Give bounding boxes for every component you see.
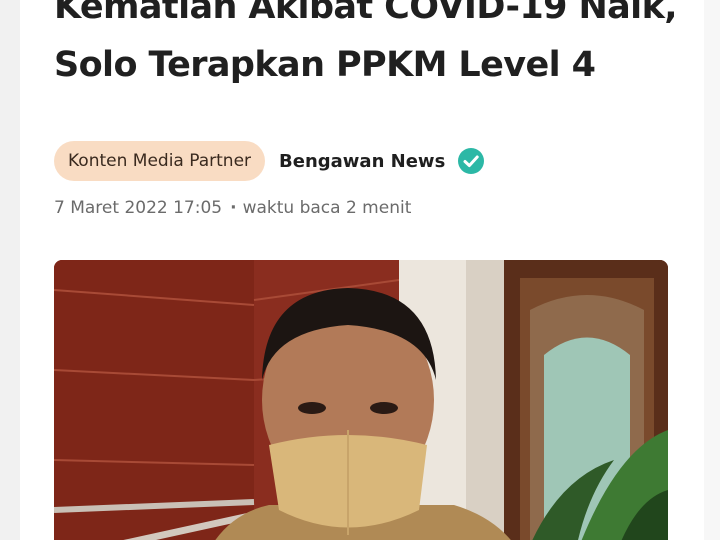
article-photo[interactable] — [54, 260, 668, 540]
meta-separator: · — [230, 198, 237, 218]
article-page: Kematian Akibat COVID-19 Naik, Solo Tera… — [0, 0, 720, 540]
verified-check-icon — [458, 148, 485, 174]
publish-info: 7 Maret 2022 17:05 · waktu baca 2 menit — [54, 198, 411, 218]
read-time: waktu baca 2 menit — [242, 198, 412, 218]
article-photo-illustration — [54, 260, 668, 540]
publish-date: 7 Maret 2022 17:05 — [54, 198, 223, 218]
article-title-line-2: Solo Terapkan PPKM Level 4 — [54, 45, 596, 85]
right-gutter — [704, 0, 720, 540]
left-gutter — [0, 0, 20, 540]
article-title-line-1: Kematian Akibat COVID-19 Naik, — [54, 0, 678, 27]
media-partner-badge[interactable]: Konten Media Partner — [54, 141, 266, 181]
publisher-row: Konten Media Partner Bengawan News — [54, 140, 485, 182]
publisher-name[interactable]: Bengawan News — [279, 151, 445, 172]
article-title: Kematian Akibat COVID-19 Naik, Solo Tera… — [54, 0, 694, 94]
